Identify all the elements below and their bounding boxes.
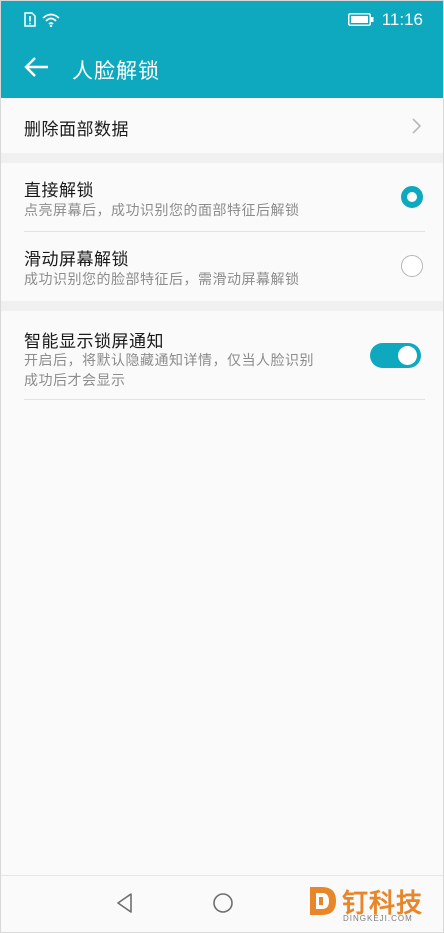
status-right: 11:16 bbox=[347, 10, 423, 30]
smart-notification-subtitle-line2: 成功后才会显示 bbox=[24, 373, 126, 389]
watermark: 钉科技 DINGKEJI.COM bbox=[309, 882, 437, 926]
smart-notification-subtitle-line1: 开启后，将默认隐藏通知详情，仅当人脸识别 bbox=[24, 353, 314, 369]
dingkeji-logo-icon bbox=[309, 886, 337, 916]
status-bar: 11:16 bbox=[1, 1, 443, 41]
settings-list: 删除面部数据 直接解锁 点亮屏幕后，成功识别您的面部特征后解锁 滑动屏幕解锁 成… bbox=[1, 98, 443, 400]
direct-unlock-radio[interactable] bbox=[401, 186, 423, 208]
unlock-option-direct[interactable]: 直接解锁 点亮屏幕后，成功识别您的面部特征后解锁 bbox=[1, 163, 443, 232]
watermark-subtext: DINGKEJI.COM bbox=[343, 914, 413, 923]
battery-icon bbox=[347, 11, 374, 30]
back-triangle-icon[interactable] bbox=[113, 891, 137, 915]
unlock-option-swipe[interactable]: 滑动屏幕解锁 成功识别您的脸部特征后，需滑动屏幕解锁 bbox=[1, 232, 443, 301]
swipe-unlock-title: 滑动屏幕解锁 bbox=[24, 250, 129, 270]
direct-unlock-subtitle: 点亮屏幕后，成功识别您的面部特征后解锁 bbox=[24, 203, 300, 219]
delete-face-data-item[interactable]: 删除面部数据 bbox=[1, 98, 443, 153]
wifi-icon bbox=[42, 12, 60, 31]
smart-notification-title: 智能显示锁屏通知 bbox=[24, 332, 164, 352]
page-title: 人脸解锁 bbox=[72, 59, 160, 83]
chevron-right-icon bbox=[411, 116, 423, 136]
sim-alert-icon bbox=[24, 12, 36, 31]
direct-unlock-title: 直接解锁 bbox=[24, 181, 94, 201]
back-button[interactable] bbox=[19, 53, 53, 85]
smart-notification-toggle[interactable] bbox=[370, 343, 421, 368]
phone-screen: 11:16 人脸解锁 删除面部数据 直接解锁 点亮屏幕后，成功识别您的面部特征后… bbox=[0, 0, 444, 933]
home-circle-icon[interactable] bbox=[211, 891, 235, 915]
arrow-left-icon bbox=[23, 56, 49, 82]
delete-face-data-label: 删除面部数据 bbox=[24, 120, 129, 140]
section-gap bbox=[1, 301, 443, 311]
smart-notification-item[interactable]: 智能显示锁屏通知 开启后，将默认隐藏通知详情，仅当人脸识别 成功后才会显示 bbox=[1, 311, 443, 400]
swipe-unlock-radio[interactable] bbox=[401, 255, 423, 277]
swipe-unlock-subtitle: 成功识别您的脸部特征后，需滑动屏幕解锁 bbox=[24, 272, 300, 288]
navigation-bar: 钉科技 DINGKEJI.COM bbox=[1, 875, 443, 932]
status-time: 11:16 bbox=[381, 10, 423, 29]
app-header: 11:16 人脸解锁 bbox=[1, 1, 443, 98]
section-gap bbox=[1, 153, 443, 163]
status-left bbox=[24, 12, 60, 31]
title-bar: 人脸解锁 bbox=[1, 43, 443, 95]
divider bbox=[24, 399, 425, 400]
